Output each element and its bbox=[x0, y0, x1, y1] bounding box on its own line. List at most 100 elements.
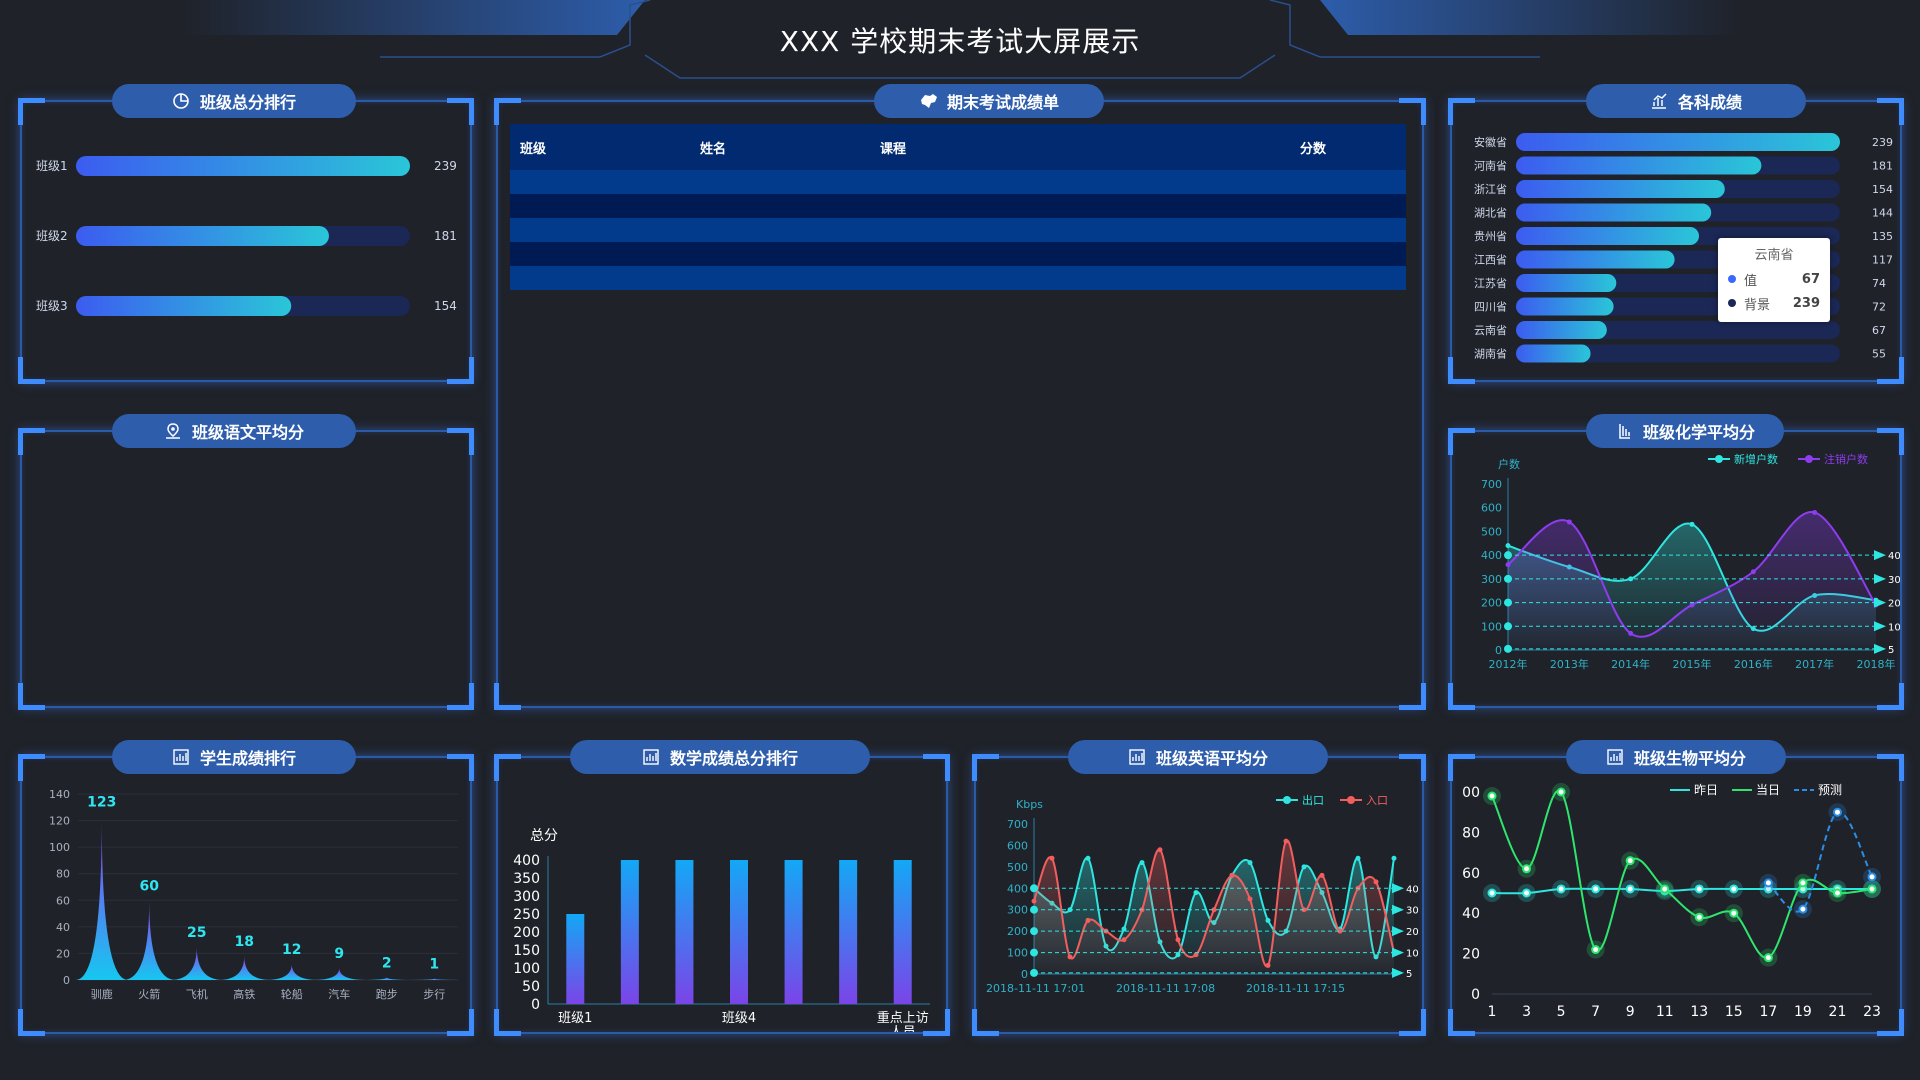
bar-value-label: 72 bbox=[1872, 301, 1886, 314]
data-point bbox=[1556, 787, 1566, 797]
legend-label: 注销户数 bbox=[1824, 452, 1868, 466]
y-tick-label: 0 bbox=[1021, 968, 1028, 981]
bar-category-label: 江苏省 bbox=[1474, 277, 1507, 290]
bar-value-label: 67 bbox=[1872, 324, 1886, 337]
data-point bbox=[1867, 884, 1877, 894]
bar bbox=[839, 860, 858, 1004]
bar bbox=[1516, 321, 1607, 339]
chinese-panel: 班级语文平均分 bbox=[18, 414, 474, 710]
data-label: 123 bbox=[87, 795, 116, 811]
data-point bbox=[1729, 884, 1739, 894]
bar bbox=[1516, 274, 1617, 292]
y-tick-label: 200 bbox=[1481, 597, 1502, 610]
marker-start-point bbox=[1504, 551, 1512, 560]
biology-chart: 020406080001 3 5 7 9 11 13 15 17 19 21 23昨日 当日 预测 bbox=[1462, 783, 1881, 1020]
bar bbox=[893, 860, 912, 1004]
legend-label: 出口 bbox=[1302, 793, 1324, 807]
class-total-panel: 班级总分排行 班级1 239 班级2 181 班级3 154 bbox=[18, 84, 474, 384]
y-tick-label: 500 bbox=[1481, 525, 1502, 538]
data-point bbox=[1628, 630, 1634, 636]
marker-start-point bbox=[1030, 905, 1038, 914]
x-tick-label: 班级1 bbox=[558, 1011, 592, 1026]
data-point bbox=[1193, 890, 1199, 896]
data-point bbox=[1487, 791, 1497, 801]
data-label: 2 bbox=[382, 955, 392, 971]
data-point bbox=[1505, 543, 1511, 549]
x-tick-label: 11 bbox=[1656, 1004, 1674, 1020]
english-panel: 班级英语平均分 0 100 200 300 400 500 600 700 Kbps 出口 入口 40… bbox=[972, 740, 1426, 1036]
marker-arrow bbox=[1874, 621, 1886, 632]
x-tick-label: 13 bbox=[1690, 1004, 1708, 1020]
y-tick-label: 0 bbox=[531, 997, 540, 1013]
y-tick-label: 100 bbox=[1481, 620, 1502, 633]
marker-arrow bbox=[1874, 597, 1886, 608]
col-header-class: 班级 bbox=[520, 141, 547, 157]
marker-start-point bbox=[1030, 948, 1038, 957]
table-row[interactable] bbox=[510, 266, 1406, 290]
tooltip-title: 云南省 bbox=[1754, 248, 1794, 263]
x-tick-label: 人员 bbox=[890, 1025, 916, 1032]
x-tick-label: 火箭 bbox=[138, 987, 160, 1001]
table-row[interactable] bbox=[510, 218, 1406, 242]
data-point bbox=[1625, 856, 1635, 866]
legend-label: 当日 bbox=[1756, 783, 1780, 797]
data-point bbox=[1522, 888, 1532, 898]
china-map-icon bbox=[919, 92, 937, 110]
x-tick-label: 21 bbox=[1829, 1004, 1847, 1020]
y-tick-label: 600 bbox=[1007, 839, 1028, 852]
data-point bbox=[1798, 878, 1808, 888]
y-tick-label: 400 bbox=[1481, 549, 1502, 562]
bar bbox=[620, 860, 639, 1004]
table-row[interactable] bbox=[510, 170, 1406, 194]
data-point bbox=[1867, 872, 1877, 882]
spike-bar bbox=[170, 946, 223, 980]
y-tick-label: 250 bbox=[513, 907, 540, 923]
y-tick-label: 40 bbox=[56, 921, 70, 934]
data-point bbox=[1373, 879, 1379, 885]
bar bbox=[784, 860, 803, 1004]
x-tick-label: 5 bbox=[1557, 1004, 1566, 1020]
table-row[interactable] bbox=[510, 194, 1406, 218]
bar-value-label: 239 bbox=[434, 159, 457, 173]
y-tick-label: 700 bbox=[1481, 478, 1502, 491]
page-title: XXX 学校期末考试大屏展示 bbox=[779, 25, 1141, 58]
marker-label: 40 bbox=[1888, 551, 1900, 562]
data-point bbox=[1121, 937, 1127, 943]
y-tick-label: 50 bbox=[522, 979, 540, 995]
x-tick-label: 汽车 bbox=[328, 987, 350, 1001]
data-point bbox=[1265, 917, 1271, 923]
data-point bbox=[1139, 860, 1145, 866]
bar bbox=[1516, 156, 1762, 175]
spike-bar bbox=[265, 964, 318, 980]
table-row[interactable] bbox=[510, 242, 1406, 266]
legend-marker bbox=[1805, 455, 1813, 463]
y-tick-label: 200 bbox=[513, 925, 540, 941]
data-point bbox=[1729, 908, 1739, 918]
bar bbox=[76, 156, 410, 176]
bar-value-label: 181 bbox=[434, 229, 457, 243]
y-tick-label: 60 bbox=[1462, 866, 1480, 882]
data-point bbox=[1319, 872, 1325, 878]
y-tick-label: 20 bbox=[56, 947, 70, 960]
data-point bbox=[1832, 888, 1842, 898]
bar-category-label: 贵州省 bbox=[1474, 230, 1507, 243]
legend-label: 预测 bbox=[1818, 783, 1842, 797]
data-label: 9 bbox=[334, 946, 344, 962]
x-tick-label: 班级4 bbox=[722, 1011, 756, 1026]
marker-start-point bbox=[1504, 574, 1512, 583]
bar-value-label: 117 bbox=[1872, 254, 1893, 267]
x-tick-label: 1 bbox=[1488, 1004, 1497, 1020]
marker-start-point bbox=[1030, 884, 1038, 893]
data-point bbox=[1247, 860, 1253, 866]
x-tick-label: 7 bbox=[1591, 1004, 1600, 1020]
data-point bbox=[1487, 888, 1497, 898]
marker-arrow bbox=[1874, 573, 1886, 584]
bar-category-label: 班级3 bbox=[36, 299, 68, 313]
data-label: 12 bbox=[282, 942, 301, 958]
student-rank-chart: 020406080100120140123驯鹿60火箭25飞机18高铁12轮船9… bbox=[49, 788, 461, 1001]
x-tick-label: 23 bbox=[1863, 1004, 1881, 1020]
chart-tooltip: 云南省 值 67 背景 239 bbox=[1718, 238, 1830, 322]
marker-arrow bbox=[1392, 947, 1404, 958]
data-point bbox=[1157, 847, 1163, 853]
marker-label: 20 bbox=[1406, 927, 1419, 938]
